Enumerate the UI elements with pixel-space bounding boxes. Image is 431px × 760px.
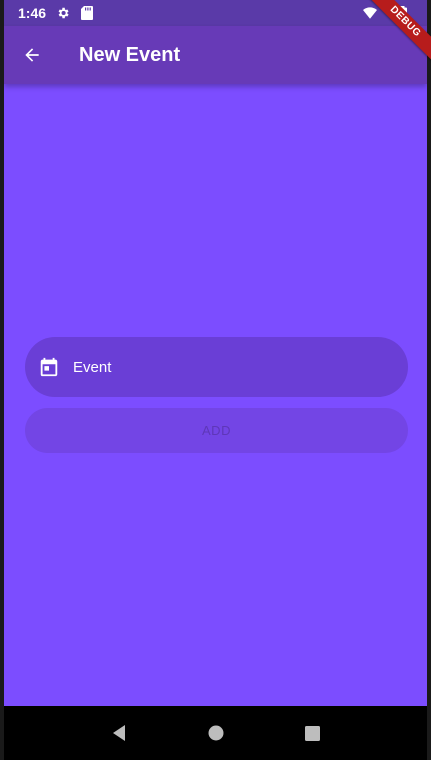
status-time: 1:46 xyxy=(18,5,47,21)
nav-back-button[interactable] xyxy=(104,718,134,748)
main-content: Event ADD xyxy=(4,84,427,706)
page-title: New Event xyxy=(79,43,181,66)
app-bar: New Event xyxy=(4,26,427,84)
device-frame-right xyxy=(427,0,431,760)
system-navigation-bar xyxy=(0,706,431,760)
status-right-icons xyxy=(353,5,409,21)
back-triangle-icon xyxy=(111,725,127,741)
device-screen: 1:46 DEBUG New Event Event ADD xyxy=(0,0,431,760)
add-button[interactable]: ADD xyxy=(25,408,408,453)
device-frame-left xyxy=(0,0,4,760)
battery-icon xyxy=(395,5,409,21)
sd-card-icon xyxy=(80,6,94,20)
recents-square-icon xyxy=(305,725,320,741)
nav-recents-button[interactable] xyxy=(298,718,328,748)
arrow-back-icon xyxy=(22,45,42,65)
home-circle-icon xyxy=(208,725,224,741)
wifi-icon xyxy=(363,6,377,20)
status-bar: 1:46 xyxy=(4,0,427,26)
gear-icon xyxy=(56,6,70,20)
back-button[interactable] xyxy=(8,31,56,79)
nav-home-button[interactable] xyxy=(201,718,231,748)
calendar-icon xyxy=(37,355,61,379)
event-input-field[interactable]: Event xyxy=(25,337,408,397)
event-input-value[interactable]: Event xyxy=(73,359,111,376)
